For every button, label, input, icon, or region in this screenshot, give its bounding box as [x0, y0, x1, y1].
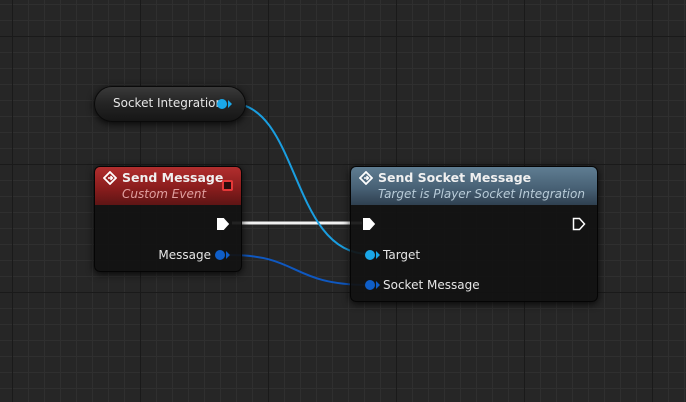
- exec-output-pin-icon[interactable]: [216, 217, 230, 231]
- send-socket-message-function-node[interactable]: Send Socket Message Target is Player Soc…: [350, 166, 598, 302]
- socket-message-pin-label: Socket Message: [383, 278, 480, 292]
- event-node-header[interactable]: Send Message Custom Event: [95, 167, 241, 205]
- socket-integration-variable-node[interactable]: Socket Integration: [94, 86, 246, 122]
- function-node-title: Send Socket Message: [378, 170, 532, 185]
- function-node-subtitle: Target is Player Socket Integration: [378, 187, 585, 201]
- socket-message-input-pin-row[interactable]: Socket Message: [351, 276, 599, 294]
- target-input-pin-arrow: [376, 251, 380, 259]
- exec-output-pin-icon[interactable]: [572, 217, 586, 231]
- variable-node-label: Socket Integration: [113, 96, 224, 110]
- message-output-pin[interactable]: [215, 250, 225, 260]
- target-pin-label: Target: [383, 248, 421, 262]
- target-object-wire[interactable]: [229, 102, 370, 255]
- event-diamond-icon: [103, 171, 117, 185]
- function-diamond-icon: [359, 171, 373, 185]
- variable-output-pin-arrow: [228, 100, 232, 108]
- function-node-header[interactable]: Send Socket Message Target is Player Soc…: [351, 167, 597, 205]
- socket-message-input-pin[interactable]: [365, 280, 375, 290]
- target-input-pin[interactable]: [365, 250, 375, 260]
- socket-message-input-pin-arrow: [376, 281, 380, 289]
- message-output-pin-row[interactable]: Message: [95, 246, 243, 264]
- target-input-pin-row[interactable]: Target: [351, 246, 599, 264]
- exec-input-pin-icon[interactable]: [362, 217, 376, 231]
- send-message-event-node[interactable]: Send Message Custom Event Message: [94, 166, 242, 272]
- message-string-wire[interactable]: [229, 254, 370, 286]
- variable-output-pin[interactable]: [217, 99, 227, 109]
- delegate-square-icon[interactable]: [222, 180, 233, 191]
- message-pin-label: Message: [158, 248, 211, 262]
- message-output-pin-arrow: [226, 251, 230, 259]
